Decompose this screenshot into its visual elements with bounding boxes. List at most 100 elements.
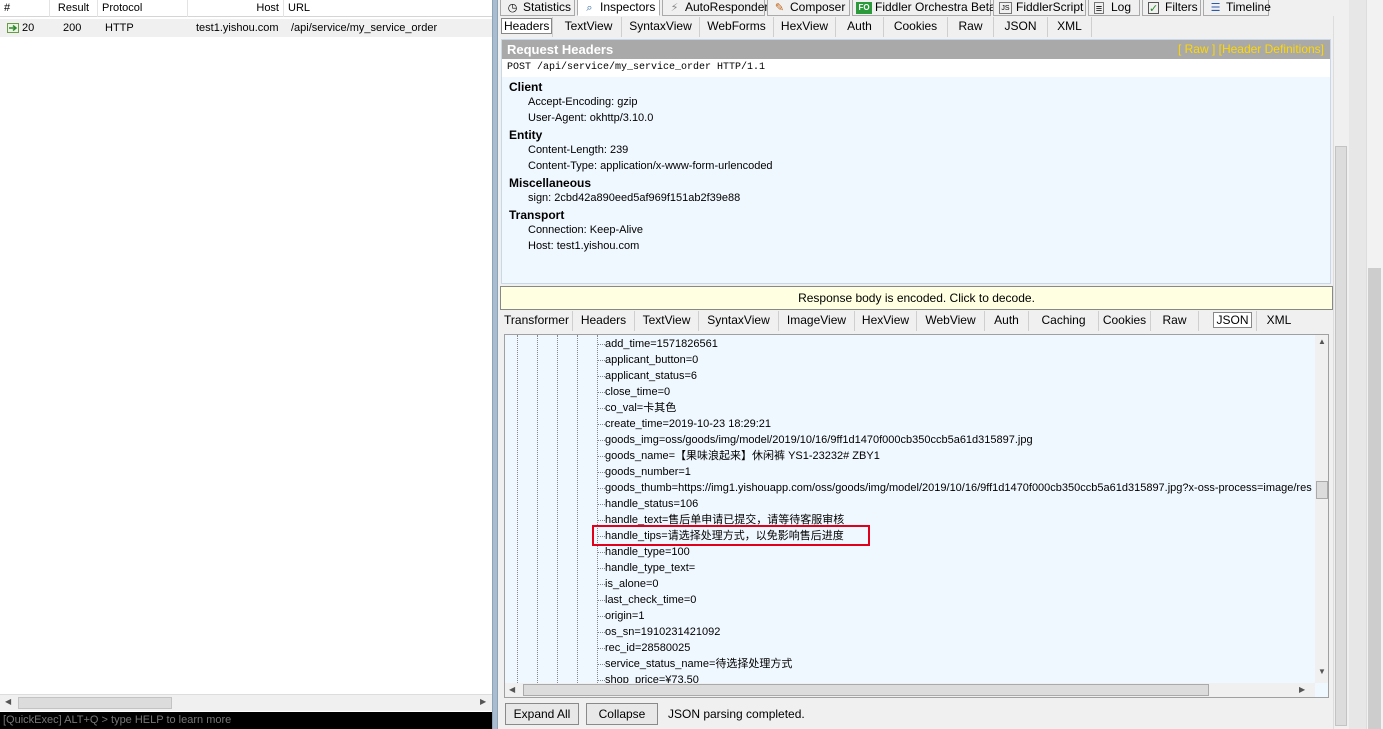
json-node[interactable]: goods_thumb=https://img1.yishouapp.com/o…	[605, 480, 1312, 496]
resp-tab-json[interactable]: JSON	[1209, 311, 1257, 331]
scroll-thumb[interactable]	[523, 684, 1209, 696]
resp-tab-auth[interactable]: Auth	[985, 311, 1029, 331]
inspector-vscrollbar[interactable]	[1333, 16, 1347, 729]
session-list-hscrollbar[interactable]: ◀ ▶	[0, 694, 492, 711]
json-node[interactable]: applicant_button=0	[605, 352, 698, 368]
composer-icon: ✎	[774, 2, 785, 14]
quickexec-input[interactable]: [QuickExec] ALT+Q > type HELP to learn m…	[0, 712, 492, 729]
json-node[interactable]: handle_type_text=	[605, 560, 695, 576]
tab-label: Timeline	[1226, 0, 1271, 14]
tree-connector	[597, 616, 605, 617]
tab-label: Statistics	[523, 0, 572, 14]
scroll-thumb[interactable]	[1368, 268, 1381, 729]
resp-tab-raw[interactable]: Raw	[1151, 311, 1199, 331]
json-node[interactable]: is_alone=0	[605, 576, 659, 592]
json-node[interactable]: os_sn=1910231421092	[605, 624, 720, 640]
tree-connector	[597, 456, 605, 457]
req-tab-cookies[interactable]: Cookies	[884, 17, 948, 37]
header-item: Host: test1.yishou.com	[528, 240, 640, 252]
resp-tab-cookies[interactable]: Cookies	[1099, 311, 1151, 331]
tab-statistics[interactable]: ◷ Statistics	[500, 0, 575, 16]
json-node[interactable]: co_val=卡其色	[605, 400, 676, 416]
json-node[interactable]: handle_type=100	[605, 544, 690, 560]
json-node[interactable]: origin=1	[605, 608, 644, 624]
req-tab-hexview[interactable]: HexView	[774, 17, 836, 37]
header-group-transport: Transport	[509, 208, 565, 222]
json-vscrollbar[interactable]: ▲ ▼	[1315, 335, 1328, 683]
column-header-num[interactable]: #	[0, 0, 50, 17]
tab-composer[interactable]: ✎ Composer	[767, 0, 850, 16]
json-node[interactable]: goods_name=【果味浪起来】休闲裤 YS1-23232# ZBY1	[605, 448, 880, 464]
resp-tab-imageview[interactable]: ImageView	[779, 311, 855, 331]
scroll-left-icon[interactable]: ◀	[509, 685, 515, 694]
tab-label: Filters	[1165, 0, 1198, 14]
json-node[interactable]: rec_id=28580025	[605, 640, 690, 656]
tree-connector	[597, 520, 605, 521]
req-tab-xml[interactable]: XML	[1048, 17, 1092, 37]
req-tab-textview[interactable]: TextView	[556, 17, 622, 37]
resp-tab-hexview[interactable]: HexView	[855, 311, 917, 331]
tab-inspectors[interactable]: ⌕ Inspectors	[577, 0, 660, 16]
request-headers-panel: Request Headers [ Raw ] [Header Definiti…	[501, 39, 1331, 284]
decode-notice-bar[interactable]: Response body is encoded. Click to decod…	[500, 286, 1333, 310]
log-icon: ≡	[1094, 2, 1104, 15]
req-tab-webforms[interactable]: WebForms	[700, 17, 774, 37]
json-node[interactable]: goods_img=oss/goods/img/model/2019/10/16…	[605, 432, 1033, 448]
tab-filters[interactable]: ✓ Filters	[1142, 0, 1201, 16]
req-tab-auth[interactable]: Auth	[836, 17, 884, 37]
tab-label: Headers	[501, 18, 553, 34]
session-row[interactable]: 20 200 HTTP test1.yishou.com /api/servic…	[0, 19, 492, 37]
json-tree-view[interactable]: add_time=1571826561 applicant_button=0 app…	[504, 334, 1329, 698]
json-node[interactable]: last_check_time=0	[605, 592, 696, 608]
json-hscrollbar[interactable]: ◀ ▶	[505, 683, 1315, 697]
column-header-host[interactable]: Host	[188, 0, 284, 17]
resp-tab-transformer[interactable]: Transformer	[501, 311, 573, 331]
json-node[interactable]: handle_status=106	[605, 496, 698, 512]
collapse-button[interactable]: Collapse	[586, 703, 658, 725]
json-node[interactable]: create_time=2019-10-23 18:29:21	[605, 416, 771, 432]
session-list-pane: # Result Protocol Host URL 20 200 HTTP t…	[0, 0, 492, 729]
scroll-up-icon[interactable]: ▲	[1318, 337, 1326, 346]
scroll-left-icon[interactable]: ◀	[5, 697, 11, 706]
scroll-thumb[interactable]	[18, 697, 172, 709]
scroll-thumb[interactable]	[1335, 146, 1347, 726]
session-host: test1.yishou.com	[196, 22, 279, 34]
column-header-result[interactable]: Result	[50, 0, 98, 17]
timeline-icon: ☰	[1210, 2, 1221, 14]
header-item: User-Agent: okhttp/3.10.0	[528, 112, 654, 124]
highlight-box	[592, 525, 870, 546]
column-header-protocol[interactable]: Protocol	[98, 0, 188, 17]
resp-tab-caching[interactable]: Caching	[1029, 311, 1099, 331]
scroll-right-icon[interactable]: ▶	[480, 697, 486, 706]
resp-tab-webview[interactable]: WebView	[917, 311, 985, 331]
tab-fiddler-orchestra[interactable]: FO Fiddler Orchestra Beta	[852, 0, 996, 16]
scroll-down-icon[interactable]: ▼	[1318, 667, 1326, 676]
json-node[interactable]: applicant_status=6	[605, 368, 697, 384]
tree-connector	[597, 488, 605, 489]
json-node[interactable]: close_time=0	[605, 384, 670, 400]
tab-autoresponder[interactable]: ⚡ AutoResponder	[662, 0, 768, 16]
json-node[interactable]: goods_number=1	[605, 464, 691, 480]
session-num: 20	[22, 22, 35, 34]
resp-tab-xml[interactable]: XML	[1257, 311, 1301, 331]
req-tab-syntaxview[interactable]: SyntaxView	[622, 17, 700, 37]
inspector-pane: ◷ Statistics ⌕ Inspectors ⚡ AutoResponder ✎…	[498, 0, 1383, 729]
scroll-thumb[interactable]	[1316, 481, 1328, 499]
req-tab-raw[interactable]: Raw	[948, 17, 994, 37]
tree-connector	[597, 648, 605, 649]
main-tab-strip: ◷ Statistics ⌕ Inspectors ⚡ AutoResponder ✎…	[498, 0, 1383, 16]
resp-tab-textview[interactable]: TextView	[635, 311, 699, 331]
json-node[interactable]: service_status_name=待选择处理方式	[605, 656, 792, 672]
req-tab-json[interactable]: JSON	[994, 17, 1048, 37]
column-header-url[interactable]: URL	[284, 0, 492, 17]
tab-log[interactable]: ≡ Log	[1088, 0, 1140, 16]
tab-fiddlerscript[interactable]: JS FiddlerScript	[993, 0, 1086, 16]
resp-tab-headers[interactable]: Headers	[573, 311, 635, 331]
scroll-right-icon[interactable]: ▶	[1299, 685, 1305, 694]
req-tab-headers[interactable]: Headers	[501, 17, 553, 37]
header-links[interactable]: [ Raw ] [Header Definitions]	[1178, 40, 1324, 59]
tab-timeline[interactable]: ☰ Timeline	[1203, 0, 1271, 16]
resp-tab-syntaxview[interactable]: SyntaxView	[699, 311, 779, 331]
expand-all-button[interactable]: Expand All	[505, 703, 579, 725]
json-node[interactable]: add_time=1571826561	[605, 336, 718, 352]
